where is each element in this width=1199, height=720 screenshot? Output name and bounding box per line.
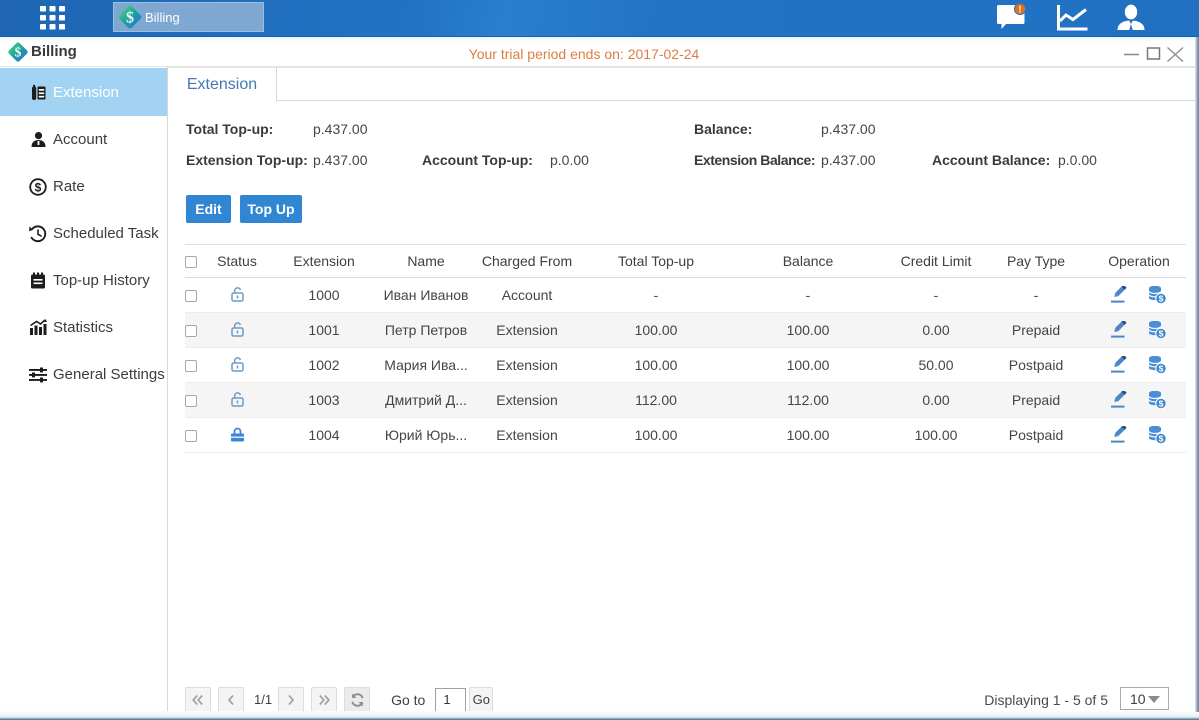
- svg-text:$: $: [1159, 364, 1164, 374]
- svg-text:$: $: [126, 10, 134, 27]
- svg-text:$: $: [35, 180, 42, 194]
- svg-text:$: $: [1159, 294, 1164, 304]
- svg-text:$: $: [1159, 329, 1164, 339]
- svg-text:$: $: [1159, 399, 1164, 409]
- svg-text:!: !: [1019, 4, 1022, 14]
- svg-text:$: $: [1159, 434, 1164, 444]
